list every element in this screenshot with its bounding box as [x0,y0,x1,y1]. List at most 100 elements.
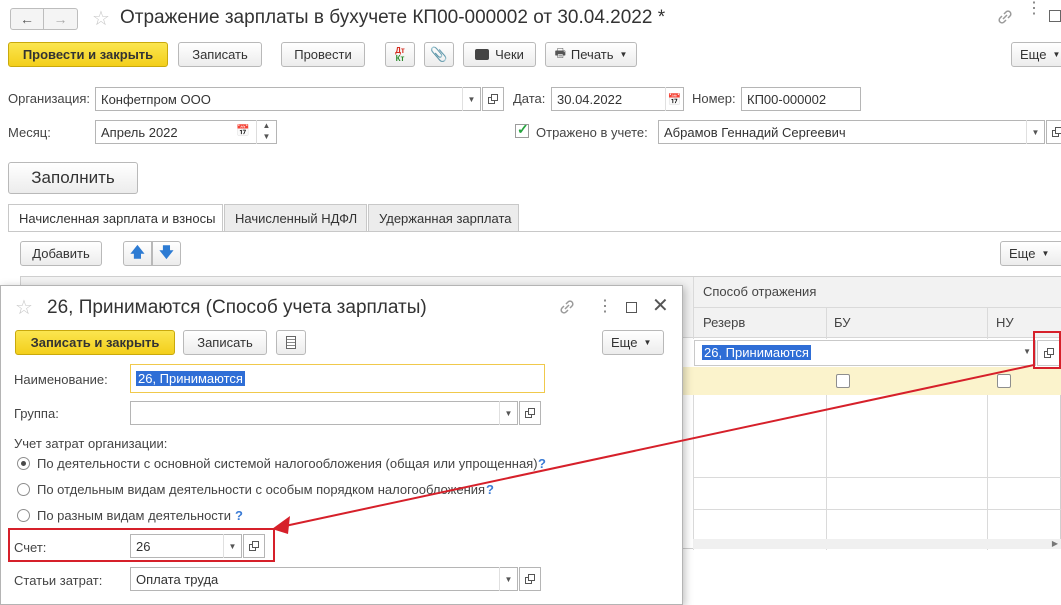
chevron-down-icon: ▼ [620,50,628,59]
organization-open-button[interactable] [482,87,504,111]
receipts-label: Чеки [495,47,524,62]
back-button[interactable]: ← [10,8,44,30]
table-more-button[interactable]: Еще ▼ [1000,241,1061,266]
radio-various-label[interactable]: По разным видам деятельности [37,508,231,523]
dt-kt-icon: ДтКт [395,47,405,63]
move-down-button[interactable]: 🡇 [152,241,181,266]
fill-button[interactable]: Заполнить [8,162,138,194]
chevron-down-icon: ▼ [1041,249,1049,258]
radio-special-tax[interactable] [17,483,30,496]
col-header-nu[interactable]: НУ [996,315,1014,330]
month-label: Месяц: [8,125,51,140]
dialog-more-button[interactable]: Еще ▼ [602,330,664,355]
radio-various[interactable] [17,509,30,522]
cost-items-open-button[interactable] [519,567,541,591]
group-field[interactable]: ▼ [130,401,518,425]
responsible-field[interactable]: Абрамов Геннадий Сергеевич ▼ [658,120,1045,144]
close-icon[interactable]: ✕ [652,293,669,318]
date-field[interactable]: 30.04.2022 📅 [551,87,684,111]
month-field[interactable]: Апрель 2022 📅 ▲▼ [95,120,277,144]
number-field[interactable]: КП00-000002 [741,87,861,111]
date-value: 30.04.2022 [557,92,622,107]
help-icon[interactable]: ? [486,482,494,497]
annotation-box-account [8,528,275,562]
radio-main-tax-label[interactable]: По деятельности с основной системой нало… [37,456,538,471]
favorite-star-icon[interactable]: ☆ [92,6,110,31]
nu-checkbox[interactable] [997,374,1011,388]
tab-accrued-salary[interactable]: Начисленная зарплата и взносы [8,204,223,232]
menu-dots-icon[interactable]: ⋮ [597,296,613,316]
date-label: Дата: [513,91,545,106]
window-title: Отражение зарплаты в бухучете КП00-00000… [120,7,665,29]
scroll-right-icon[interactable]: ▶ [1052,539,1058,548]
tab-withheld-salary[interactable]: Удержанная зарплата [368,204,519,231]
cost-accounting-label: Учет затрат организации: [14,436,167,451]
bu-checkbox[interactable] [836,374,850,388]
month-value: Апрель 2022 [101,125,178,140]
chevron-down-icon[interactable]: ▼ [1026,120,1044,144]
cost-items-value: Оплата труда [136,572,218,587]
responsible-open-button[interactable] [1046,120,1061,144]
reserve-cell-value: 26, Принимаются [702,345,811,360]
maximize-icon[interactable] [626,302,637,313]
radio-special-tax-label[interactable]: По отдельным видам деятельности с особым… [37,482,485,497]
chevron-down-icon[interactable]: ▼ [1023,347,1031,356]
organization-label: Организация: [8,91,90,106]
add-button[interactable]: Добавить [20,241,102,266]
chevron-down-icon[interactable]: ▼ [499,567,517,591]
dt-kt-button[interactable]: ДтКт [385,42,415,67]
organization-field[interactable]: Конфетпром ООО ▼ [95,87,481,111]
save-button[interactable]: Записать [178,42,262,67]
post-and-close-button[interactable]: Провести и закрыть [8,42,168,67]
dialog-save-button[interactable]: Записать [183,330,267,355]
month-stepper[interactable]: ▲▼ [256,120,276,144]
annotation-box-table [1033,331,1061,369]
cost-items-field[interactable]: Оплата труда ▼ [130,567,518,591]
maximize-icon[interactable] [1049,10,1061,22]
receipts-button[interactable]: Чеки [463,42,536,67]
dialog-star-icon[interactable]: ☆ [15,295,33,320]
reflected-label: Отражено в учете: [536,125,648,140]
link-icon[interactable] [558,298,576,316]
table-more-label: Еще [1009,246,1035,261]
print-button[interactable]: 🖶 Печать ▼ [545,42,637,67]
cash-register-icon [475,49,489,60]
menu-dots-icon[interactable]: ⋮ [1026,6,1042,12]
paperclip-icon: 📎 [430,46,447,63]
help-icon[interactable]: ? [235,508,243,523]
radio-main-tax[interactable] [17,457,30,470]
arrow-down-icon: 🡇 [159,242,173,266]
horizontal-scrollbar[interactable]: ▶ [693,539,1061,549]
more-label: Еще [1020,47,1046,62]
tab-accrued-ndfl[interactable]: Начисленный НДФЛ [224,204,367,231]
calendar-icon[interactable]: 📅 [665,87,683,111]
col-header-reserve[interactable]: Резерв [703,315,745,330]
row-divider [693,509,1061,510]
calendar-icon[interactable]: 📅 [236,124,250,137]
name-value: 26, Принимаются [136,371,245,386]
open-window-icon [488,94,499,105]
forward-button[interactable]: → [44,8,78,30]
col-header-bu[interactable]: БУ [834,315,851,330]
dialog-more-label: Еще [611,335,637,350]
chevron-down-icon[interactable]: ▼ [462,87,480,111]
attach-button[interactable]: 📎 [424,42,454,67]
more-button[interactable]: Еще ▼ [1011,42,1061,67]
reflected-checkbox[interactable]: ✓ [515,124,529,138]
group-label: Группа: [14,406,59,421]
chevron-down-icon: ▼ [1052,50,1060,59]
post-button[interactable]: Провести [281,42,365,67]
dialog-title: 26, Принимаются (Способ учета зарплаты) [47,297,427,319]
link-icon[interactable] [996,8,1014,26]
header-divider [693,307,1061,308]
name-input[interactable]: 26, Принимаются [130,364,545,393]
save-and-close-button[interactable]: Записать и закрыть [15,330,175,355]
reserve-cell-editor[interactable]: 26, Принимаются ▼ [694,340,1036,366]
chevron-down-icon[interactable]: ▼ [499,401,517,425]
open-window-icon [525,408,536,419]
move-up-button[interactable]: 🡅 [123,241,152,266]
group-open-button[interactable] [519,401,541,425]
report-button[interactable] [276,330,306,355]
arrow-right-icon: → [54,11,68,27]
help-icon[interactable]: ? [538,456,546,471]
